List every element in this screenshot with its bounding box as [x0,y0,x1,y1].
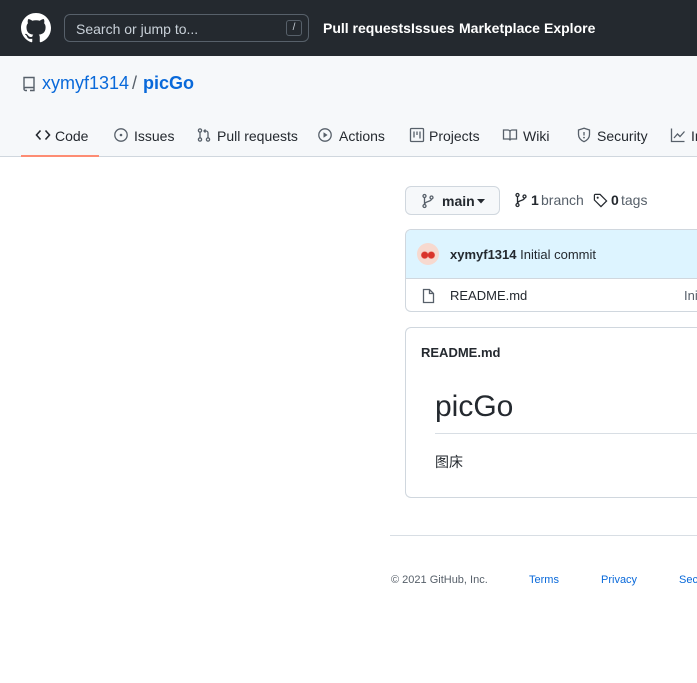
repo-path-separator: / [132,73,138,93]
branch-count: 1 [531,192,539,208]
book-icon [502,129,518,141]
repo-name-link[interactable]: picGo [143,73,194,94]
search-input[interactable]: Search or jump to... / [64,14,309,42]
avatar[interactable] [417,243,439,265]
readme-file-title[interactable]: README.md [421,345,500,360]
nav-issues[interactable]: Issues [411,20,455,36]
footer-link-terms[interactable]: Terms [529,574,559,586]
search-placeholder: Search or jump to... [76,21,199,37]
branch-select-button[interactable]: main [405,186,500,215]
tab-pull-requests-label: Pull requests [217,128,298,144]
git-branch-icon [422,193,434,209]
project-icon [409,127,425,143]
tab-wiki-label: Wiki [523,128,550,144]
tag-icon [593,193,608,208]
footer-divider [390,535,697,536]
file-name-link[interactable]: README.md [450,288,527,303]
tab-projects-label: Projects [429,128,480,144]
shield-icon [577,127,591,143]
readme-heading: picGo [435,390,514,423]
latest-commit-row: xymyf1314 Initial commit [406,230,697,279]
play-icon [318,128,332,142]
active-tab-indicator [21,155,99,157]
readme-paragraph: 图床 [435,454,463,470]
issue-opened-icon [114,128,128,142]
nav-pull-requests[interactable]: Pull requests [323,20,411,36]
triangle-down-icon [477,199,485,204]
git-branch-icon [515,192,527,208]
readme-panel: README.md picGo 图床 [405,327,697,498]
latest-commit-text: xymyf1314 Initial commit [450,247,596,262]
current-branch-label: main [442,193,475,209]
branch-count-label: branch [541,192,584,208]
code-icon [35,129,51,141]
repo-header: xymyf1314 / picGo Code Issues Pull reque… [0,56,697,157]
readme-heading-divider [435,433,697,434]
tab-insights-label: In [691,128,697,144]
tab-security-label: Security [597,128,648,144]
file-icon [422,288,435,304]
tab-code-label: Code [55,128,89,144]
file-commit-message-link[interactable]: Ini [684,288,697,303]
table-row: README.md Ini [406,279,697,311]
repo-icon [23,76,35,92]
commit-author-link[interactable]: xymyf1314 [450,247,517,262]
repo-owner-link[interactable]: xymyf1314 [42,73,129,94]
global-header: Search or jump to... / Pull requests Iss… [0,0,697,56]
tag-count: 0 [611,192,619,208]
tag-count-label: tags [621,192,648,208]
search-shortcut-key: / [286,20,302,36]
graph-icon [670,128,685,143]
footer-link-privacy[interactable]: Privacy [601,574,637,586]
nav-explore[interactable]: Explore [544,20,595,36]
nav-marketplace[interactable]: Marketplace [459,20,540,36]
git-pull-request-icon [197,128,211,142]
github-logo-icon[interactable] [21,13,51,43]
footer-link-security[interactable]: Sec [679,574,697,586]
commit-message-link[interactable]: Initial commit [520,247,596,262]
tab-issues-label: Issues [134,128,175,144]
tab-actions-label: Actions [339,128,385,144]
file-browser: xymyf1314 Initial commit README.md Ini [405,229,697,312]
footer-copyright: © 2021 GitHub, Inc. [391,574,488,586]
